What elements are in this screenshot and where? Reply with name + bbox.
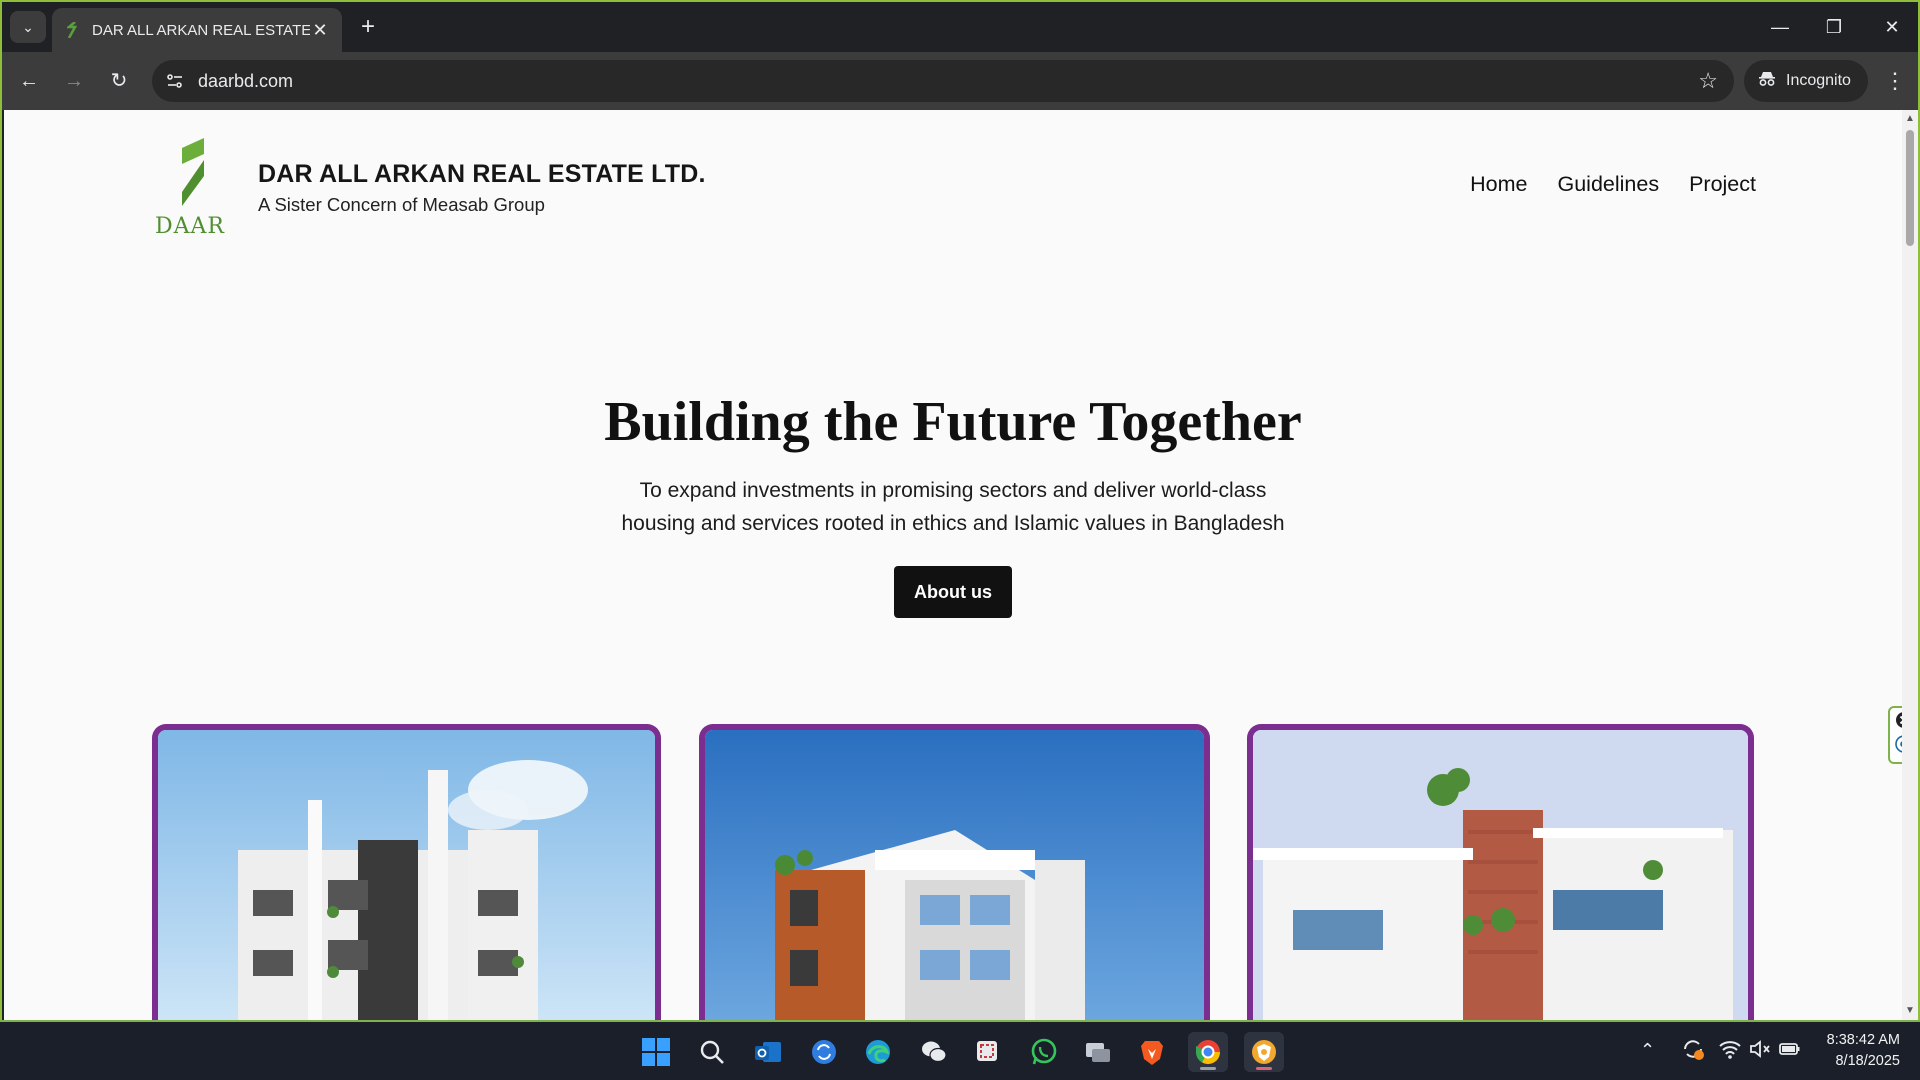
active-app-indicator [1256,1067,1272,1070]
wechat-icon [922,1041,947,1063]
logo-text: DAAR [155,214,225,239]
brave-icon [1141,1041,1163,1065]
tab-strip: ⌄ DAR ALL ARKAN REAL ESTATE L ✕ + — ❐ ✕ [2,2,1918,52]
browser-window: ⌄ DAR ALL ARKAN REAL ESTATE L ✕ + — ❐ ✕ … [0,0,1920,1020]
show-hidden-icons-button[interactable]: ⌃ [1640,1040,1655,1061]
hero-title: Building the Future Together [604,391,1302,453]
search-icon [700,1040,724,1064]
start-button[interactable] [636,1032,676,1072]
sync-app-button[interactable] [804,1032,844,1072]
update-notification-icon[interactable] [1680,1036,1706,1067]
chrome-icon [1196,1040,1220,1065]
tab-title: DAR ALL ARKAN REAL ESTATE L [92,21,310,39]
building-image-3 [1253,730,1748,1020]
brave-button[interactable] [1132,1032,1172,1072]
windows-logo-icon [642,1038,670,1066]
edge-button[interactable] [858,1032,898,1072]
site-info-icon[interactable] [164,70,186,92]
nav-guidelines-link[interactable]: Guidelines [1557,172,1659,197]
incognito-label: Incognito [1786,72,1851,89]
building-image-2 [705,730,1204,1020]
whatsapp-icon [1031,1038,1057,1065]
outlook-button[interactable] [748,1032,788,1072]
snipping-tool-button[interactable] [968,1032,1008,1072]
url-text: daarbd.com [198,71,294,91]
clock-time: 8:38:42 AM [1826,1032,1900,1048]
extension-e-icon[interactable] [1890,732,1902,756]
main-navigation: Home Guidelines Project [1470,172,1756,197]
building-image-1 [158,730,655,1020]
incognito-indicator[interactable]: Incognito [1744,60,1868,102]
search-button[interactable] [692,1032,732,1072]
forward-button[interactable]: → [57,64,91,98]
close-circle-icon[interactable] [1890,708,1902,732]
incognito-icon [1758,71,1776,92]
active-tab[interactable]: DAR ALL ARKAN REAL ESTATE L ✕ [52,8,342,52]
whatsapp-button[interactable] [1024,1032,1064,1072]
clock-date: 8/18/2025 [1835,1053,1900,1069]
site-header: DAAR DAR ALL ARKAN REAL ESTATE LTD. A Si… [4,110,1902,250]
tab-search-button[interactable]: ⌄ [10,11,46,43]
scroll-thumb[interactable] [1906,130,1914,246]
windows-taskbar: ⌃ 8:38:42 AM 8/18/2025 [0,1020,1920,1080]
close-window-button[interactable]: ✕ [1872,12,1912,42]
site-favicon-icon [64,22,80,38]
chrome-incognito-icon [1252,1040,1276,1064]
project-card-3[interactable] [1247,724,1754,1020]
chrome-button[interactable] [1188,1032,1228,1072]
battery-icon[interactable] [1778,1038,1802,1065]
close-tab-icon[interactable]: ✕ [310,20,330,41]
wifi-icon[interactable] [1718,1038,1742,1065]
page-viewport: DAAR DAR ALL ARKAN REAL ESTATE LTD. A Si… [4,110,1902,1020]
volume-muted-icon[interactable] [1748,1038,1772,1065]
back-button[interactable]: ← [12,64,46,98]
minimize-button[interactable]: — [1760,12,1800,42]
about-us-button[interactable]: About us [894,566,1012,618]
hero-description: To expand investments in promising secto… [578,474,1328,540]
reload-button[interactable]: ↻ [102,64,136,98]
hero-text-line-1: To expand investments in promising secto… [639,479,1267,502]
bookmark-star-icon[interactable]: ☆ [1698,68,1718,94]
new-tab-button[interactable]: + [354,14,382,42]
browser-menu-button[interactable]: ⋮ [1880,64,1910,98]
project-card-1[interactable] [152,724,661,1020]
hero-text-line-2: housing and services rooted in ethics an… [621,512,1285,535]
sync-icon [812,1040,836,1064]
address-bar[interactable]: daarbd.com ☆ [152,60,1734,102]
scroll-up-arrow-icon[interactable]: ▲ [1905,114,1915,124]
edge-icon [866,1040,890,1064]
wechat-button[interactable] [914,1032,954,1072]
brand-title: DAR ALL ARKAN REAL ESTATE LTD. [258,160,706,188]
outlook-icon [755,1042,781,1062]
browser-toolbar: ← → ↻ daarbd.com ☆ Incognito ⋮ [2,52,1918,110]
nav-home-link[interactable]: Home [1470,172,1527,197]
snipping-tool-icon [977,1041,997,1061]
active-app-indicator [1200,1067,1216,1070]
side-widget[interactable] [1888,706,1902,764]
monitor-folder-icon [1086,1043,1110,1062]
file-explorer-button[interactable] [1078,1032,1118,1072]
chevron-down-icon: ⌄ [22,18,34,35]
page-scrollbar[interactable]: ▲ ▼ [1902,110,1918,1020]
restore-button[interactable]: ❐ [1814,12,1854,42]
logo-mark-icon [182,138,204,206]
scroll-down-arrow-icon[interactable]: ▼ [1905,1006,1915,1016]
project-card-2[interactable] [699,724,1210,1020]
system-clock[interactable]: 8:38:42 AM 8/18/2025 [1800,1030,1900,1072]
daar-logo[interactable]: DAAR [152,134,228,240]
project-cards [152,724,1754,1020]
chrome-incognito-button[interactable] [1244,1032,1284,1072]
nav-project-link[interactable]: Project [1689,172,1756,197]
brand-subtitle: A Sister Concern of Measab Group [258,194,545,215]
